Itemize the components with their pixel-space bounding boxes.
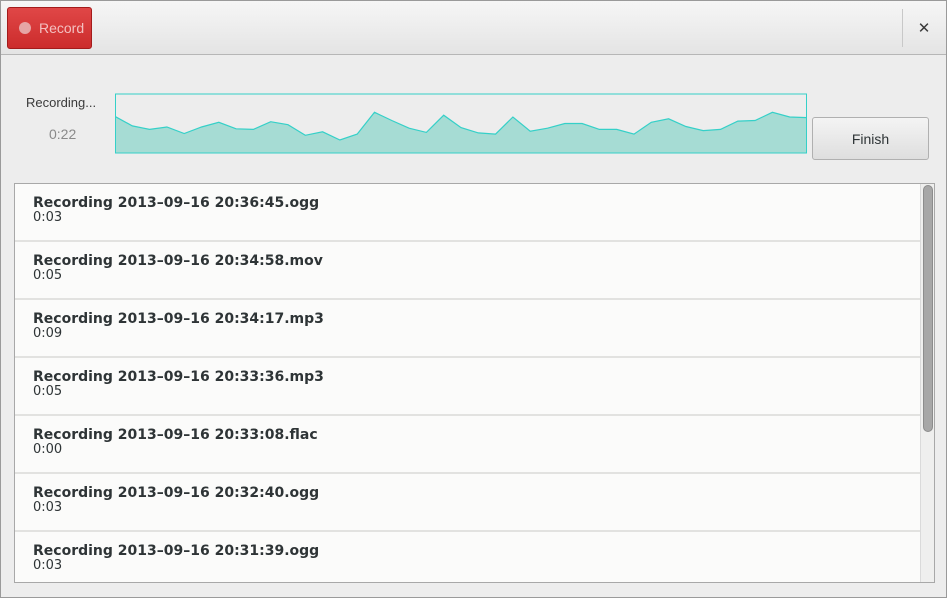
record-button[interactable]: Record <box>7 7 92 49</box>
recording-row[interactable]: Recording 2013–09–16 20:36:45.ogg 0:03 <box>15 184 920 242</box>
record-icon <box>19 22 31 34</box>
recording-row[interactable]: Recording 2013–09–16 20:34:17.mp3 0:09 <box>15 300 920 358</box>
recording-name: Recording 2013–09–16 20:33:36.mp3 <box>33 369 324 385</box>
recording-row[interactable]: Recording 2013–09–16 20:31:39.ogg 0:03 <box>15 532 920 582</box>
recording-row[interactable]: Recording 2013–09–16 20:33:08.flac 0:00 <box>15 416 920 474</box>
recording-status: Recording... <box>26 95 97 110</box>
waveform-area <box>115 112 807 153</box>
recording-name: Recording 2013–09–16 20:34:58.mov <box>33 253 323 269</box>
recording-name: Recording 2013–09–16 20:34:17.mp3 <box>33 311 324 327</box>
recordings-list: Recording 2013–09–16 20:36:45.ogg 0:03 Rec… <box>14 183 935 583</box>
header-bar: Record ✕ <box>1 1 946 55</box>
app-window: Record ✕ Recording... 0:22 Finish Record… <box>0 0 947 598</box>
recording-row[interactable]: Recording 2013–09–16 20:33:36.mp3 0:05 <box>15 358 920 416</box>
recording-duration: 0:03 <box>33 500 63 515</box>
recording-name: Recording 2013–09–16 20:36:45.ogg <box>33 195 320 211</box>
recording-duration: 0:05 <box>33 384 63 399</box>
recording-duration: 0:09 <box>33 326 63 341</box>
recording-duration: 0:00 <box>33 442 63 457</box>
waveform <box>115 93 807 154</box>
recording-name: Recording 2013–09–16 20:31:39.ogg <box>33 543 320 559</box>
scrollbar[interactable] <box>920 184 934 582</box>
recording-duration: 0:03 <box>33 558 63 573</box>
scrollbar-thumb[interactable] <box>923 185 933 432</box>
finish-button[interactable]: Finish <box>812 117 929 160</box>
record-button-label: Record <box>39 20 85 36</box>
recording-name: Recording 2013–09–16 20:33:08.flac <box>33 427 318 443</box>
recording-duration: 0:05 <box>33 268 63 283</box>
recording-name: Recording 2013–09–16 20:32:40.ogg <box>33 485 320 501</box>
close-icon[interactable]: ✕ <box>906 9 942 47</box>
header-separator <box>902 9 903 47</box>
recording-row[interactable]: Recording 2013–09–16 20:32:40.ogg 0:03 <box>15 474 920 532</box>
recording-elapsed-time: 0:22 <box>49 126 77 142</box>
recording-row[interactable]: Recording 2013–09–16 20:34:58.mov 0:05 <box>15 242 920 300</box>
recording-duration: 0:03 <box>33 210 63 225</box>
